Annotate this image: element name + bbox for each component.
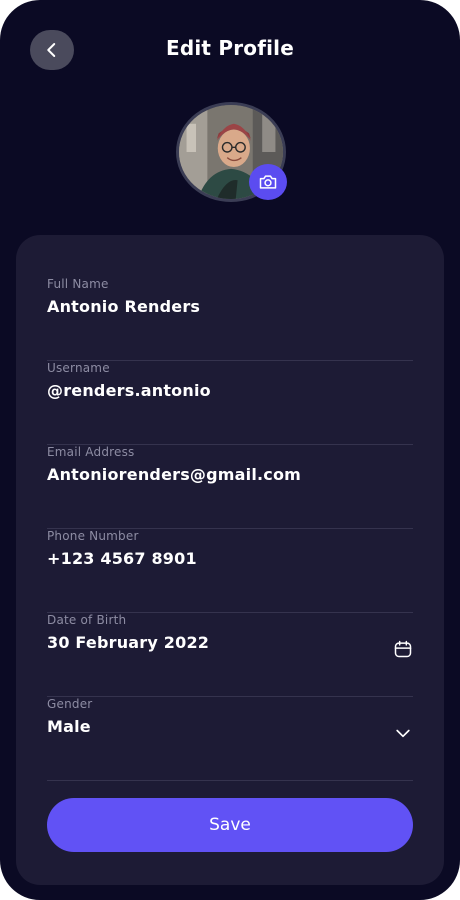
phone-input[interactable]: +123 4567 8901	[47, 549, 197, 568]
change-photo-button[interactable]	[249, 164, 287, 200]
email-field[interactable]: Email Address Antoniorenders@gmail.com	[47, 445, 413, 529]
phone-field[interactable]: Phone Number +123 4567 8901	[47, 529, 413, 613]
date-of-birth-input[interactable]: 30 February 2022	[47, 633, 209, 652]
full-name-field[interactable]: Full Name Antonio Renders	[47, 277, 413, 361]
edit-profile-screen: Edit Profile Full Name Antonio Renders U…	[0, 0, 460, 900]
avatar-container	[176, 102, 287, 202]
calendar-icon[interactable]	[393, 639, 413, 659]
gender-field[interactable]: Gender Male	[47, 697, 413, 781]
email-input[interactable]: Antoniorenders@gmail.com	[47, 465, 301, 484]
username-field[interactable]: Username @renders.antonio	[47, 361, 413, 445]
save-button[interactable]: Save	[47, 798, 413, 852]
email-label: Email Address	[47, 445, 135, 459]
gender-select[interactable]: Male	[47, 717, 91, 736]
profile-form: Full Name Antonio Renders Username @rend…	[16, 235, 444, 885]
gender-label: Gender	[47, 697, 93, 711]
full-name-label: Full Name	[47, 277, 109, 291]
full-name-input[interactable]: Antonio Renders	[47, 297, 200, 316]
date-of-birth-label: Date of Birth	[47, 613, 127, 627]
date-of-birth-field[interactable]: Date of Birth 30 February 2022	[47, 613, 413, 697]
camera-icon	[259, 175, 277, 189]
username-label: Username	[47, 361, 110, 375]
page-title: Edit Profile	[166, 36, 294, 60]
chevron-down-icon[interactable]	[393, 723, 413, 743]
phone-label: Phone Number	[47, 529, 139, 543]
username-input[interactable]: @renders.antonio	[47, 381, 211, 400]
